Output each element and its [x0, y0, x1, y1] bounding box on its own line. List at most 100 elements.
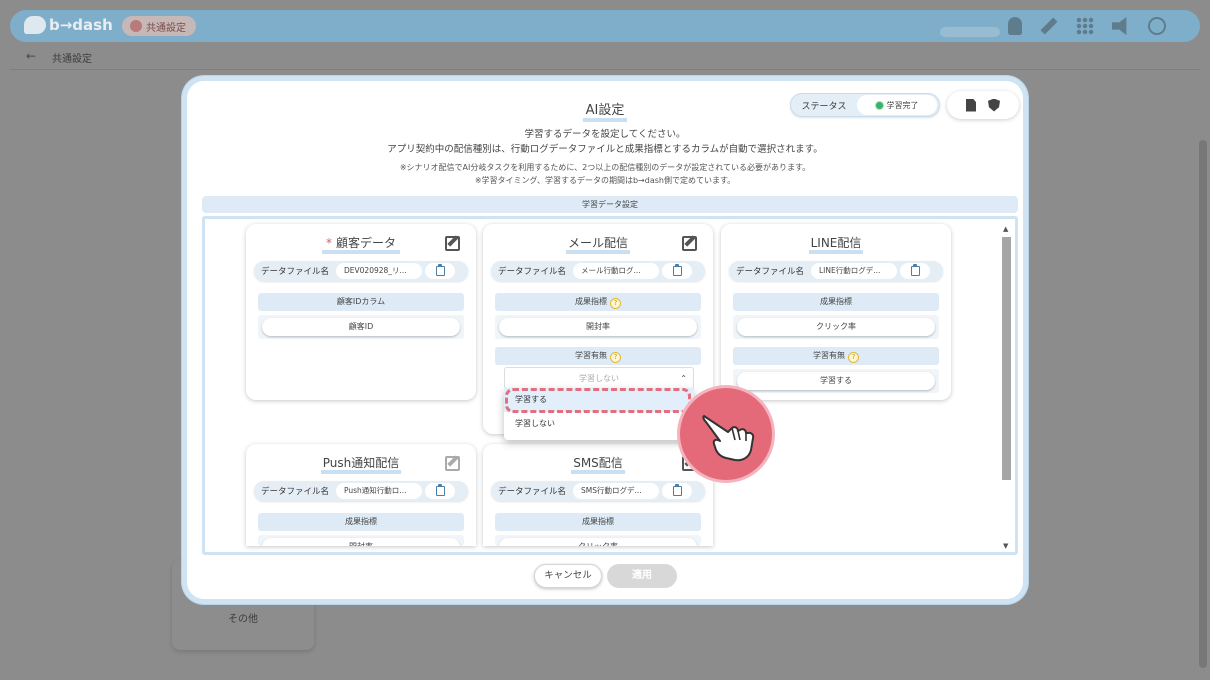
user-name-area[interactable] — [940, 27, 1000, 37]
module-badge-label: 共通設定 — [146, 22, 186, 34]
description-line-2: アプリ契約中の配信種別は、行動ログデータファイルと成果指標とするカラムが自動で選… — [387, 144, 823, 155]
status-label: ステータス — [801, 101, 847, 112]
scrollbar-thumb[interactable] — [1002, 237, 1011, 480]
file-name: DEV020928_リ... — [336, 263, 422, 279]
clipboard-icon — [910, 264, 920, 276]
file-select-button[interactable] — [425, 263, 455, 279]
required-mark: * — [323, 236, 334, 254]
field-value-text: 顧客ID — [262, 318, 460, 336]
status-value-text: 学習完了 — [886, 100, 919, 110]
field-value: クリック率 — [733, 315, 939, 339]
scroll-down-icon[interactable]: ▼ — [1003, 542, 1008, 550]
field-value: 開封率 — [495, 315, 701, 339]
field-value: クリック率 — [495, 535, 701, 546]
note-line-2: ※学習タイミング、学習するデータの期間はb→dash側で定めています。 — [474, 176, 736, 185]
card-title-label: 顧客データ — [333, 236, 398, 254]
current-module-badge[interactable]: 共通設定 — [122, 16, 196, 36]
cancel-button[interactable]: キャンセル — [534, 564, 602, 588]
card-title-text: LINE配信 — [808, 236, 864, 254]
card-sms: SMS配信 データファイル名 SMS行動ログデ... 成果指標 クリック率 — [483, 444, 713, 546]
help-icon[interactable]: ? — [610, 298, 621, 309]
sign-in-icon[interactable] — [1148, 17, 1166, 35]
edit-icon[interactable] — [445, 236, 460, 251]
breadcrumb-current: 共通設定 — [52, 54, 92, 65]
field-header: 成果指標 — [258, 513, 464, 531]
highlight-outline — [505, 388, 691, 413]
clipboard-icon — [435, 484, 445, 496]
file-label: データファイル名 — [497, 267, 566, 277]
app-logo[interactable]: b→dash — [24, 16, 113, 34]
modal-note: ※シナリオ配信でAI分岐タスクを利用するために、2つ以上の配信種別のデータが設定… — [187, 161, 1023, 187]
status-pill: ステータス 学習完了 — [790, 93, 940, 117]
card-title-text: * 顧客データ — [321, 236, 400, 254]
logo-mark-icon — [24, 16, 46, 34]
file-select-button[interactable] — [900, 263, 930, 279]
card-push: Push通知配信 データファイル名 Push通知行動ロ... 成果指標 開封率 — [246, 444, 476, 546]
breadcrumb: ← 共通設定 — [10, 42, 1200, 70]
field-header: 成果指標? — [495, 293, 701, 311]
wrench-icon[interactable] — [1040, 17, 1058, 35]
field-header: 顧客IDカラム — [258, 293, 464, 311]
card-customer-data: * 顧客データ データファイル名 DEV020928_リ... 顧客IDカラム 顧客… — [246, 224, 476, 400]
dropdown-option-no-learn[interactable]: 学習しない — [504, 412, 694, 436]
card-title: メール配信 — [483, 234, 713, 254]
modal-title-text: AI設定 — [582, 103, 628, 122]
field-header-text: 成果指標 — [575, 297, 607, 306]
clipboard-icon — [435, 264, 445, 276]
field-value: 学習する — [733, 369, 939, 393]
shield-icon[interactable] — [988, 98, 1000, 112]
left-menu-item-other[interactable]: その他 — [228, 610, 258, 625]
field-value: 開封率 — [258, 535, 464, 546]
file-name: SMS行動ログデ... — [573, 483, 659, 499]
file-row: データファイル名 LINE行動ログデ... — [729, 261, 943, 281]
field-value: 顧客ID — [258, 315, 464, 339]
chevron-up-icon: ⌃ — [680, 374, 687, 383]
file-row: データファイル名 SMS行動ログデ... — [491, 481, 705, 501]
card-line: LINE配信 データファイル名 LINE行動ログデ... 成果指標 クリック率 学… — [721, 224, 951, 400]
edit-icon[interactable] — [682, 236, 697, 251]
help-icon[interactable]: ? — [610, 352, 621, 363]
section-header: 学習データ設定 — [202, 196, 1018, 213]
card-title-text: SMS配信 — [571, 456, 625, 474]
grid-icon[interactable] — [1076, 17, 1094, 35]
note-line-1: ※シナリオ配信でAI分岐タスクを利用するために、2つ以上の配信種別のデータが設定… — [399, 163, 811, 172]
bell-icon[interactable] — [1008, 17, 1022, 35]
description-line-1: 学習するデータを設定してください。 — [524, 129, 686, 140]
scroll-up-icon[interactable]: ▲ — [1003, 225, 1008, 233]
file-select-button[interactable] — [425, 483, 455, 499]
apply-button[interactable]: 適用 — [607, 564, 677, 588]
file-name: LINE行動ログデ... — [811, 263, 897, 279]
page-scrollbar[interactable] — [1199, 140, 1207, 668]
top-navigation-bar: b→dash 共通設定 — [10, 10, 1200, 42]
file-select-button[interactable] — [662, 263, 692, 279]
help-icon[interactable]: ? — [848, 352, 859, 363]
edit-icon[interactable] — [445, 456, 460, 471]
back-arrow-icon[interactable]: ← — [26, 49, 36, 63]
file-label: データファイル名 — [497, 487, 566, 497]
document-icon[interactable] — [966, 98, 976, 112]
card-title: LINE配信 — [721, 234, 951, 254]
file-name: メール行動ログ... — [573, 263, 659, 279]
file-name: Push通知行動ロ... — [336, 483, 422, 499]
file-select-button[interactable] — [662, 483, 692, 499]
settings-module-icon — [130, 20, 142, 32]
learning-select-value: 学習しない — [579, 374, 619, 383]
field-header-text: 学習有無 — [575, 351, 607, 360]
field-value-text: 開封率 — [499, 318, 697, 336]
cards-scrollbar[interactable]: ▲ ▼ — [1002, 225, 1011, 550]
file-row: データファイル名 Push通知行動ロ... — [254, 481, 468, 501]
field-value-text: 開封率 — [262, 538, 460, 546]
card-title: * 顧客データ — [246, 234, 476, 254]
clipboard-icon — [672, 264, 682, 276]
status-dot-icon — [875, 101, 883, 109]
card-title-text: Push通知配信 — [320, 456, 402, 474]
card-title: SMS配信 — [483, 454, 713, 474]
file-label: データファイル名 — [735, 267, 804, 277]
learning-select[interactable]: 学習しない ⌃ — [504, 367, 694, 389]
field-value-text[interactable]: 学習する — [737, 372, 935, 390]
card-title-text: メール配信 — [565, 236, 630, 254]
card-title: Push通知配信 — [246, 454, 476, 474]
field-value-text: クリック率 — [737, 318, 935, 336]
megaphone-icon[interactable] — [1112, 17, 1127, 35]
field-header: 成果指標 — [495, 513, 701, 531]
